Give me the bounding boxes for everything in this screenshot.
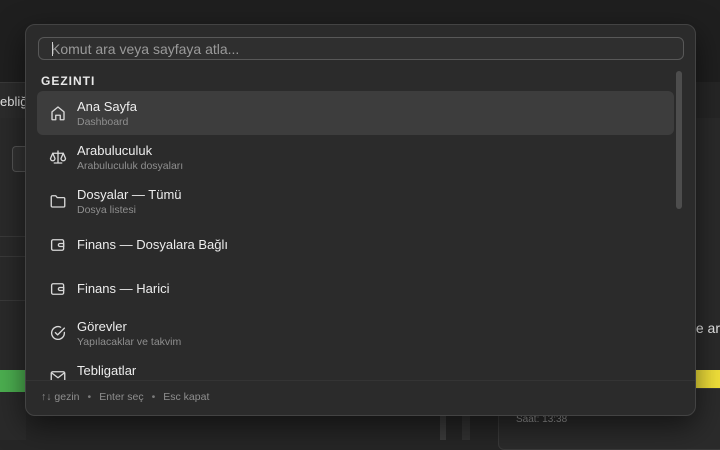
command-item-subtitle: Yapılacaklar ve takvim bbox=[77, 336, 182, 348]
hint-separator: • bbox=[151, 391, 156, 403]
command-item-subtitle: Dashboard bbox=[77, 116, 129, 128]
mail-icon bbox=[49, 368, 67, 380]
command-item-dosyalar[interactable]: Dosyalar — Tümü Dosya listesi bbox=[37, 179, 674, 223]
command-item-title: Dosyalar — Tümü bbox=[77, 187, 182, 202]
background-tab-label: ebliğ bbox=[0, 94, 28, 109]
command-list-scrollbar[interactable] bbox=[676, 71, 682, 209]
command-search-input[interactable] bbox=[38, 37, 684, 60]
command-item-ana-sayfa[interactable]: Ana Sayfa Dashboard bbox=[37, 91, 674, 135]
group-heading: GEZINTI bbox=[41, 74, 96, 88]
command-item-finans-dosyalara-bagli[interactable]: Finans — Dosyalara Bağlı bbox=[37, 223, 674, 267]
hint-separator: • bbox=[87, 391, 92, 403]
command-item-tebligatlar[interactable]: Tebligatlar bbox=[37, 355, 674, 380]
command-item-arabuluculuk[interactable]: Arabuluculuk Arabuluculuk dosyaları bbox=[37, 135, 674, 179]
command-item-subtitle: Dosya listesi bbox=[77, 204, 136, 216]
command-item-title: Finans — Harici bbox=[77, 281, 170, 296]
command-item-finans-harici[interactable]: Finans — Harici bbox=[37, 267, 674, 311]
command-item-gorevler[interactable]: Görevler Yapılacaklar ve takvim bbox=[37, 311, 674, 355]
keyboard-hints: ↑↓ gezin • Enter seç • Esc kapat bbox=[41, 391, 209, 403]
wallet-icon bbox=[49, 280, 67, 298]
folder-icon bbox=[49, 192, 67, 210]
command-palette: GEZINTI Ana Sayfa Dashboard Arabuluculuk… bbox=[25, 24, 696, 416]
home-icon bbox=[49, 104, 67, 122]
command-item-title: Tebligatlar bbox=[77, 363, 137, 378]
command-item-title: Arabuluculuk bbox=[77, 143, 153, 158]
command-item-title: Ana Sayfa bbox=[77, 99, 137, 114]
background-green-bar bbox=[0, 370, 26, 392]
check-circle-icon bbox=[49, 324, 67, 342]
hint-close: Esc kapat bbox=[163, 391, 210, 403]
scales-icon bbox=[49, 148, 67, 166]
command-item-subtitle: Arabuluculuk dosyaları bbox=[77, 160, 184, 172]
hint-select: Enter seç bbox=[99, 391, 144, 403]
hint-navigate: ↑↓ gezin bbox=[41, 391, 80, 403]
command-list: Ana Sayfa Dashboard Arabuluculuk Arabulu… bbox=[37, 91, 674, 380]
command-item-title: Görevler bbox=[77, 319, 127, 334]
text-caret bbox=[52, 42, 53, 56]
footer-divider bbox=[26, 380, 695, 381]
command-item-title: Finans — Dosyalara Bağlı bbox=[77, 237, 229, 252]
wallet-icon bbox=[49, 236, 67, 254]
background-right-text: e ar bbox=[695, 320, 720, 336]
